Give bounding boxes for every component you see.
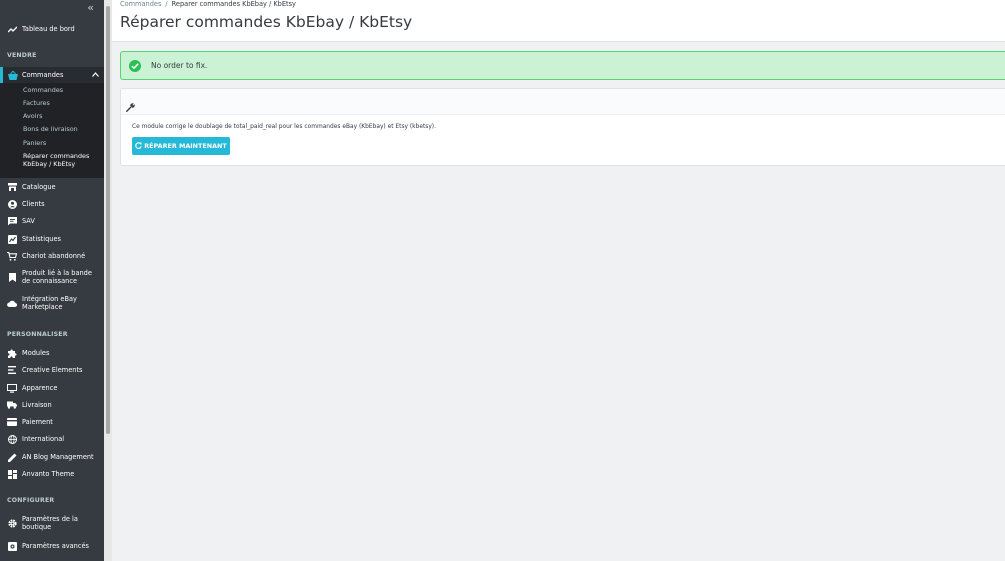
nav-item-commandes[interactable]: Commandes (0, 67, 104, 83)
nav-label-paiement: Paiement (22, 418, 53, 426)
nav-label-clients: Clients (22, 200, 45, 208)
submenu-item-bons-de-livraison[interactable]: Bons de livraison (23, 125, 101, 134)
nav-item-parametres-boutique[interactable]: Paramètres de la boutique (0, 514, 104, 532)
nav-label-parametres-boutique: Paramètres de la boutique (22, 515, 78, 531)
nav-item-livraison[interactable]: Livraison (0, 399, 104, 411)
repair-now-button[interactable]: RÉPARER MAINTENANT (132, 137, 230, 155)
module-description: Ce module corrige le doublage de total_p… (132, 124, 436, 130)
nav-label-produit-lie: Produit lié à la bande de connaissance (22, 269, 92, 285)
sidebar: « Tableau de bord VENDRE Commandes Comma… (0, 0, 104, 561)
store-icon (7, 182, 17, 192)
trending-up-icon (7, 24, 17, 34)
nav-label-integration-ebay: Intégration eBay Marketplace (22, 295, 77, 311)
basket-icon (8, 70, 18, 80)
nav-item-paiement[interactable]: Paiement (0, 416, 104, 428)
settings-box-icon (7, 541, 17, 551)
page-header: Commandes / Reparer commandes KbEbay / KbE… (112, 0, 1005, 42)
submenu-item-paniers[interactable]: Paniers (23, 139, 101, 148)
nav-item-anvanto-theme[interactable]: Anvanto Theme (0, 468, 104, 480)
nav-label-international: International (22, 435, 65, 443)
check-circle-icon (129, 60, 141, 72)
section-title-configurer: CONFIGURER (7, 497, 55, 504)
nav-item-dashboard[interactable]: Tableau de bord (0, 23, 104, 35)
nav-label-an-blog: AN Blog Management (22, 453, 94, 461)
nav-label-commandes: Commandes (22, 71, 64, 79)
submenu-item-reparer-commandes[interactable]: Réparer commandes KbEbay / KbEtsy (23, 152, 101, 168)
truck-icon (7, 400, 17, 410)
cloud-icon (7, 298, 17, 308)
nav-label-statistiques: Statistiques (22, 235, 61, 243)
nav-item-produit-lie[interactable]: Produit lié à la bande de connaissance (0, 268, 104, 286)
breadcrumb-current: Reparer commandes KbEbay / KbEtsy (171, 0, 296, 8)
nav-label-chariot-abandonne: Chariot abandonné (22, 252, 86, 260)
wrench-icon (126, 97, 136, 112)
nav-item-parametres-avances[interactable]: Paramètres avancés (0, 540, 104, 552)
puzzle-icon (7, 348, 17, 358)
nav-item-apparence[interactable]: Apparence (0, 382, 104, 394)
scrollbar-thumb[interactable] (106, 6, 110, 434)
nav-item-chariot-abandonne[interactable]: Chariot abandonné (0, 250, 104, 262)
breadcrumb: Commandes / Reparer commandes KbEbay / KbE… (120, 0, 296, 8)
collapse-sidebar-icon[interactable]: « (87, 2, 94, 14)
desktop-icon (7, 383, 17, 393)
nav-item-international[interactable]: International (0, 433, 104, 445)
refresh-icon (135, 141, 143, 151)
section-title-vendre: VENDRE (7, 52, 37, 59)
breadcrumb-parent-link[interactable]: Commandes (120, 0, 161, 8)
nav-item-creative-elements[interactable]: Creative Elements (0, 364, 104, 376)
nav-item-modules[interactable]: Modules (0, 347, 104, 359)
alert-message: No order to fix. (151, 61, 208, 70)
nav-label-catalogue: Catalogue (22, 183, 56, 191)
nav-item-sav[interactable]: SAV (0, 215, 104, 227)
commandes-submenu: Commandes Factures Avoirs Bons de livrai… (0, 83, 104, 178)
nav-label-anvanto-theme: Anvanto Theme (22, 470, 75, 478)
nav-item-catalogue[interactable]: Catalogue (0, 181, 104, 193)
assessment-icon (7, 234, 17, 244)
submenu-item-factures[interactable]: Factures (23, 99, 101, 108)
chat-icon (7, 216, 17, 226)
sidebar-scrollbar[interactable] (104, 0, 112, 561)
nav-item-an-blog[interactable]: AN Blog Management (0, 451, 104, 463)
nav-label-dashboard: Tableau de bord (22, 25, 75, 33)
nav-label-livraison: Livraison (22, 401, 52, 409)
submenu-item-commandes[interactable]: Commandes (23, 86, 101, 95)
page-title: Réparer commandes KbEbay / KbEtsy (120, 13, 413, 31)
repair-panel: Ce module corrige le doublage de total_p… (120, 88, 1005, 166)
nav-label-modules: Modules (22, 349, 50, 357)
bookmark-icon (7, 272, 17, 282)
chevron-up-icon (92, 71, 99, 79)
globe-icon (7, 434, 17, 444)
nav-label-apparence: Apparence (22, 384, 58, 392)
nav-item-integration-ebay[interactable]: Intégration eBay Marketplace (0, 294, 104, 312)
elements-icon (7, 365, 17, 375)
dashboard-grid-icon (7, 469, 17, 479)
credit-card-icon (7, 417, 17, 427)
nav-label-sav: SAV (22, 217, 35, 225)
settings-gear-icon (7, 518, 17, 528)
nav-label-parametres-avances: Paramètres avancés (22, 542, 89, 550)
submenu-item-avoirs[interactable]: Avoirs (23, 112, 101, 121)
success-alert: No order to fix. (120, 51, 1005, 80)
pencil-icon (7, 452, 17, 462)
nav-item-clients[interactable]: Clients (0, 198, 104, 210)
shopping-cart-icon (7, 251, 17, 261)
breadcrumb-separator: / (165, 0, 168, 8)
repair-now-label: RÉPARER MAINTENANT (144, 142, 227, 150)
nav-label-creative-elements: Creative Elements (22, 366, 83, 374)
account-circle-icon (7, 199, 17, 209)
panel-heading (121, 89, 1005, 115)
section-title-personnaliser: PERSONNALISER (7, 331, 68, 338)
nav-item-statistiques[interactable]: Statistiques (0, 233, 104, 245)
